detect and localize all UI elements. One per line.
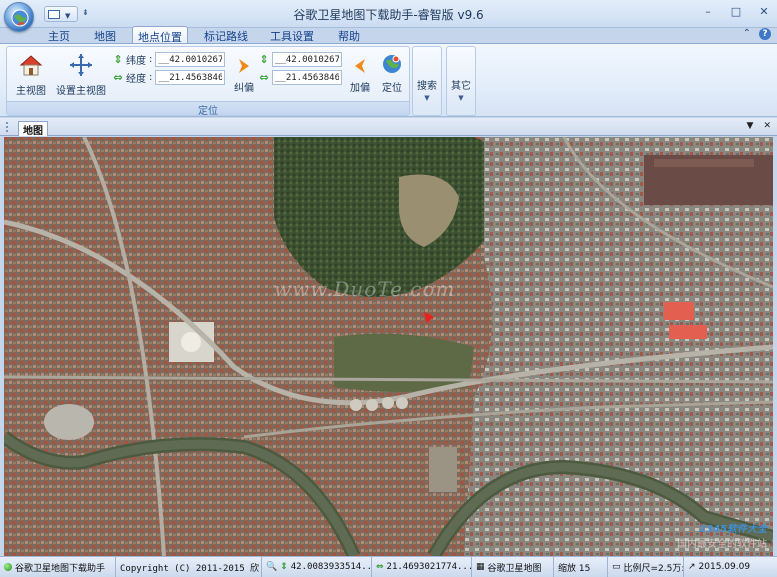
scale-text: 比例尺=2.5万:1 [623,563,684,574]
close-document-button[interactable]: ✕ [763,121,771,131]
house-icon [19,55,43,76]
home-view-button[interactable]: 主视图 [11,52,51,97]
locate-group: 主视图 设置主视图 ⇕ 纬度 : ⇔ 经度 : [6,46,410,117]
other-dropdown-button[interactable]: 其它 ▼ [446,46,476,116]
status-dot-icon [4,563,12,571]
document-tab-bar: 地图 ▼ ✕ [0,118,777,137]
colon: : [149,72,153,83]
brand-text: 2345软件大全 [699,524,767,535]
longitude-row: ⇔ 经度 : [113,70,226,85]
ribbon-panel: 主视图 设置主视图 ⇕ 纬度 : ⇔ 经度 : [0,43,777,117]
window-controls: – □ ✕ [701,5,771,18]
updown-arrow-icon: ⇕ [113,53,123,66]
magnifier-icon: 🔍 [266,562,278,572]
latitude-row: ⇕ 纬度 : [113,52,226,67]
ribbon-tabs: 主页 地图 地点位置 标记路线 工具设置 帮助 [0,26,777,44]
grip-handle[interactable] [6,122,12,132]
ribbon-collapse-icon[interactable]: ⌃ [743,28,751,40]
tab-home[interactable]: 主页 [40,26,78,44]
status-app: 谷歌卫星地图下载助手 [0,556,116,577]
chevron-down-icon: ▼ [458,94,464,102]
status-bar: 谷歌卫星地图下载助手 Copyright (C) 2011-2015 欣... … [0,556,777,577]
tab-tool-settings[interactable]: 工具设置 [264,26,320,44]
status-zoom: 缩放 15 [554,556,608,577]
corner-logo: 2345软件大全 国内最安全的软件站 [677,520,767,550]
tab-list-button[interactable]: ▼ [747,121,754,131]
map-watermark: www.DuoTe.com [274,277,456,301]
copyright-text: Copyright (C) 2011-2015 欣... [120,563,262,574]
zoom-text: 缩放 15 [558,563,591,574]
maximize-button[interactable]: □ [729,5,743,18]
window-title: 谷歌卫星地图下载助手-睿智版 v9.6 [293,8,484,22]
locate-button[interactable]: 定位 [377,53,407,94]
latitude-input-2[interactable] [272,52,342,67]
ribbon-right-controls: ⌃ ? [743,28,771,40]
tab-location[interactable]: 地点位置 [132,26,188,44]
leftright-arrow-icon: ⇔ [259,71,269,84]
latitude-row-2: ⇕ [259,52,342,67]
close-button[interactable]: ✕ [757,5,771,18]
group-label-locate: 定位 [7,101,409,117]
search-dropdown-button[interactable]: 搜索 ▼ [412,46,442,116]
updown-arrow-icon: ⇕ [259,53,269,66]
map-source-icon: ▦ [476,562,485,572]
leftright-arrow-icon: ⇔ [376,562,384,572]
tab-help[interactable]: 帮助 [330,26,368,44]
longitude-input-2[interactable] [272,70,342,85]
add-offset-button[interactable]: 加偏 [347,57,373,94]
globe-icon [11,9,29,27]
help-icon[interactable]: ? [759,28,771,40]
status-lng-value: 21.4693021774... [386,562,472,572]
arrow-right-icon [239,59,249,73]
app-menu-button[interactable] [4,2,34,32]
date-text: 2015.09.09 [698,562,751,572]
correct-offset-label: 纠偏 [234,83,254,94]
status-scale: ▭ 比例尺=2.5万:1 [608,556,684,577]
longitude-label: 经度 [126,74,146,85]
satellite-map[interactable]: www.DuoTe.com 2345软件大全 国内最安全的软件站 [4,137,773,556]
set-home-view-button[interactable]: 设置主视图 [53,52,109,97]
status-lat-value: 42.0083933514... [290,562,372,572]
chevron-down-icon: ▼ [424,94,430,102]
globe-locate-icon [383,55,401,73]
document-controls: ▼ ✕ [747,121,771,131]
home-view-label: 主视图 [16,86,46,97]
minimize-button[interactable]: – [701,5,715,18]
title-bar: ▼ ⇟ 谷歌卫星地图下载助手-睿智版 v9.6 – □ ✕ [0,0,777,28]
search-label: 搜索 [417,81,437,92]
longitude-input[interactable] [155,70,226,85]
tab-map-document[interactable]: 地图 [18,121,48,137]
status-app-name: 谷歌卫星地图下载助手 [15,563,106,574]
calendar-icon: ↗ [688,562,696,572]
slogan-text: 国内最安全的软件站 [677,539,767,550]
correct-offset-button[interactable]: 纠偏 [231,57,257,94]
add-offset-label: 加偏 [350,83,370,94]
other-label: 其它 [451,81,471,92]
latitude-label: 纬度 [126,56,146,67]
status-copyright: Copyright (C) 2011-2015 欣... [116,556,262,577]
status-date: ↗ 2015.09.09 [684,557,772,577]
set-home-view-label: 设置主视图 [56,86,106,97]
tab-markers-routes[interactable]: 标记路线 [198,26,254,44]
satellite-imagery [4,137,773,556]
status-map-source[interactable]: ▦ 谷歌卫星地图 [472,556,554,577]
status-latitude: 🔍 ⇕ 42.0083933514... [262,556,372,577]
arrow-left-icon [355,59,365,73]
latitude-input[interactable] [155,52,226,67]
status-longitude: ⇔ 21.4693021774... [372,556,472,577]
locate-label: 定位 [382,83,402,94]
updown-arrow-icon: ⇕ [280,562,288,572]
leftright-arrow-icon: ⇔ [113,71,123,84]
crosshair-icon [70,54,92,76]
tab-map[interactable]: 地图 [86,26,124,44]
map-source-text: 谷歌卫星地图 [487,563,542,574]
ruler-icon: ▭ [612,562,621,572]
colon: : [149,54,153,65]
longitude-row-2: ⇔ [259,70,342,85]
